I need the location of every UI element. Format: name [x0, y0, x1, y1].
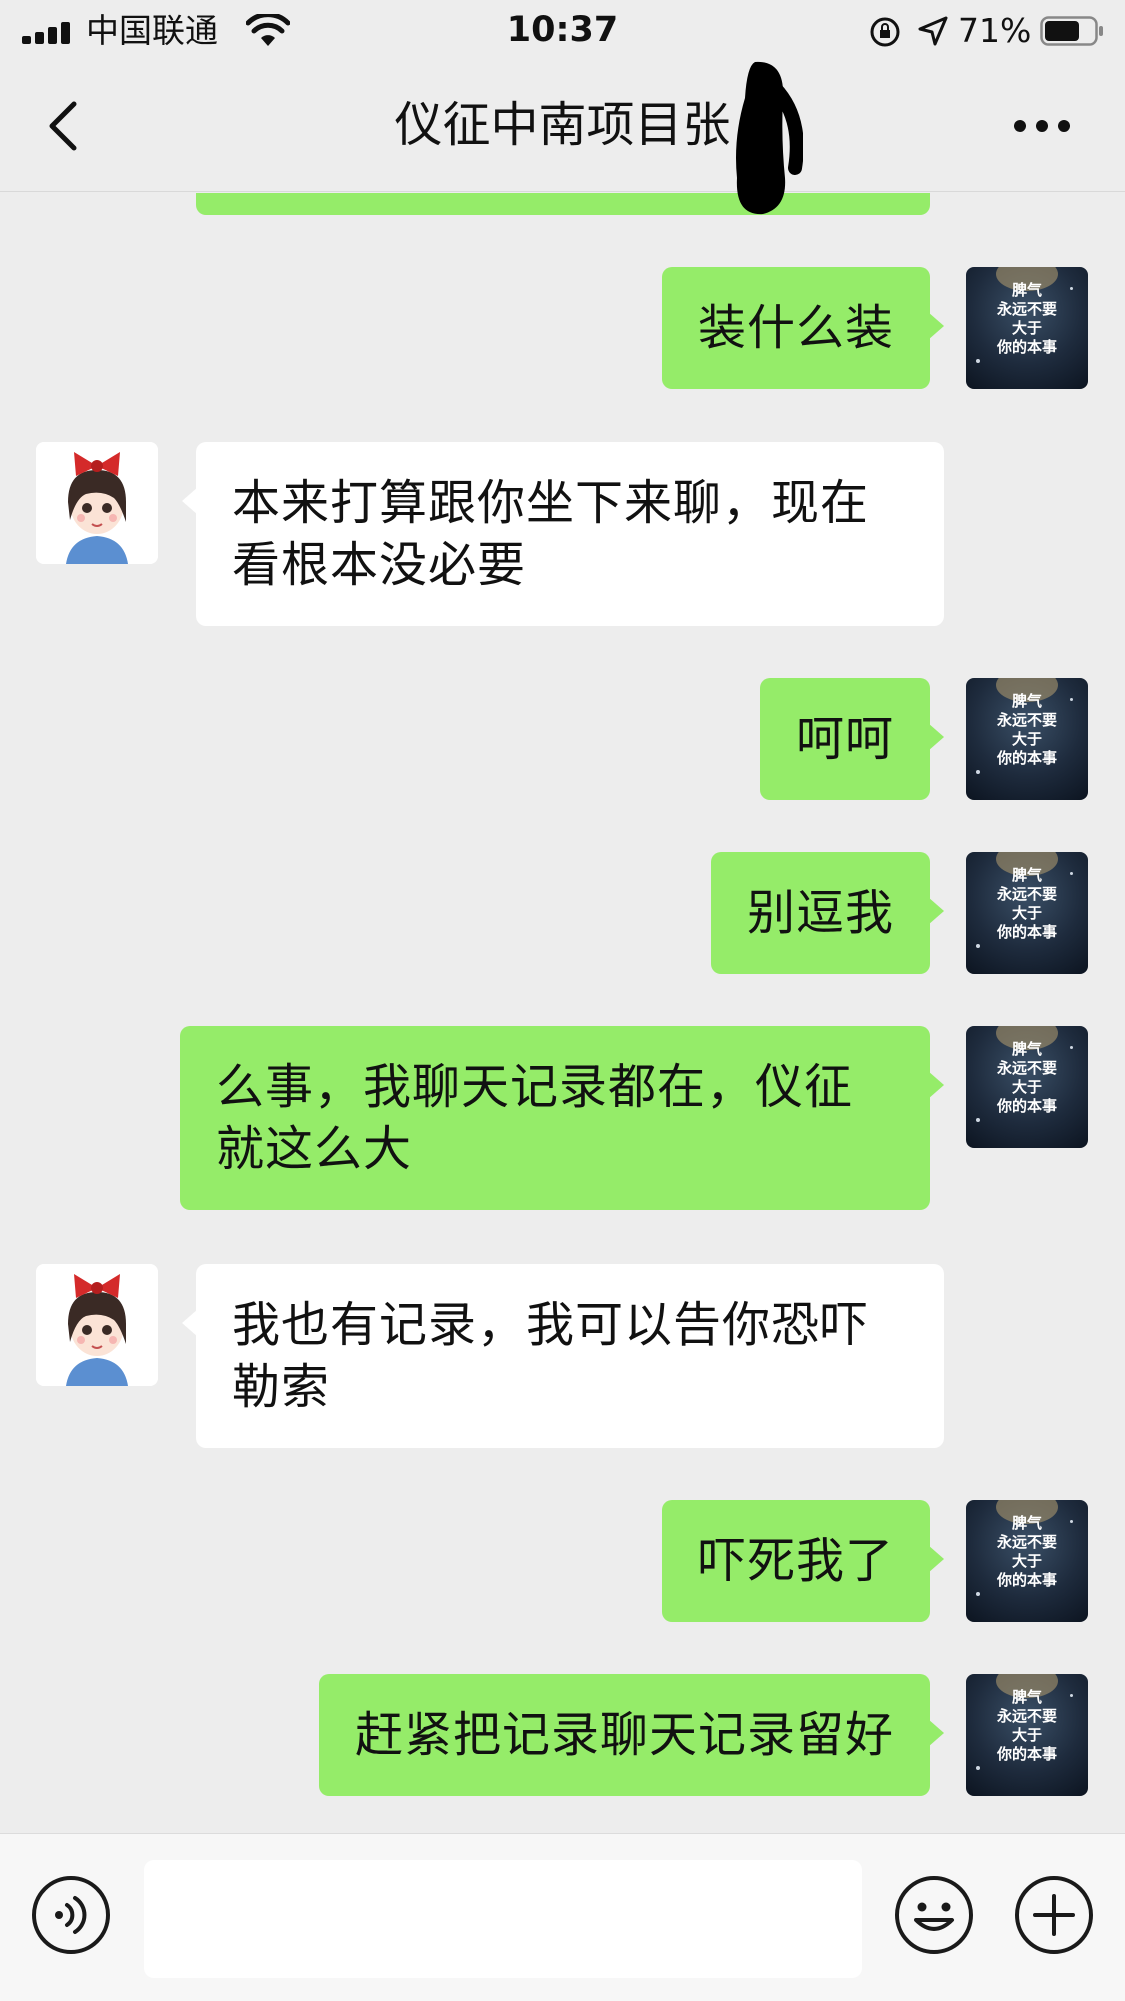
chat-area[interactable]: 装什么装 脾气 永远不要 大于 你的本事 本来打算跟你坐下来聊，现在看根本没必要…: [0, 193, 1125, 1833]
avatar-self-text: 你的本事: [996, 923, 1057, 941]
avatar-self-text: 你的本事: [996, 749, 1057, 767]
avatar-self-text: 大于: [1011, 319, 1042, 337]
message-bubble-self[interactable]: 装什么装: [661, 267, 945, 389]
message-bubble-self[interactable]: 吓死我了: [661, 1500, 945, 1622]
battery-icon: [1040, 16, 1103, 46]
avatar-self-text: 大于: [1011, 1552, 1042, 1570]
avatar-self-text: 永远不要: [996, 1059, 1057, 1077]
message-bubble-self[interactable]: 呵呵: [759, 678, 945, 800]
avatar-self[interactable]: 脾气 永远不要 大于 你的本事: [966, 267, 1088, 389]
avatar-self-text: 大于: [1011, 904, 1042, 922]
battery-percent: 71%: [958, 11, 1032, 50]
avatar-self-text: 永远不要: [996, 300, 1057, 318]
avatar-self-text: 永远不要: [996, 1707, 1057, 1725]
location-arrow-icon: [918, 16, 948, 46]
emoji-icon[interactable]: [893, 1874, 975, 1956]
avatar-contact[interactable]: [36, 442, 158, 564]
message-bubble-contact[interactable]: 本来打算跟你坐下来聊，现在看根本没必要: [182, 442, 944, 626]
avatar-self[interactable]: 脾气 永远不要 大于 你的本事: [966, 678, 1088, 800]
avatar-self[interactable]: 脾气 永远不要 大于 你的本事: [966, 1500, 1088, 1622]
avatar-self-text: 脾气: [1011, 1514, 1042, 1532]
message-input[interactable]: [144, 1860, 862, 1978]
avatar-self-text: 永远不要: [996, 1533, 1057, 1551]
avatar-self-text: 永远不要: [996, 885, 1057, 903]
partial-message-bubble: [196, 193, 930, 215]
status-time: 10:37: [506, 10, 619, 50]
status-bar: 中国联通 10:37 71%: [0, 0, 1125, 62]
rotation-lock-icon: [870, 17, 900, 47]
avatar-self-text: 你的本事: [996, 1097, 1057, 1115]
avatar-self-text: 脾气: [1011, 1040, 1042, 1058]
avatar-self-text: 你的本事: [996, 1745, 1057, 1763]
message-bubble-self[interactable]: 么事，我聊天记录都在，仪征就这么大: [180, 1026, 944, 1210]
message-bubble-self[interactable]: 别逗我: [710, 852, 945, 974]
plus-icon[interactable]: [1013, 1874, 1095, 1956]
nav-bar: 仪征中南项目张: [0, 62, 1125, 192]
avatar-self[interactable]: 脾气 永远不要 大于 你的本事: [966, 1674, 1088, 1796]
avatar-self[interactable]: 脾气 永远不要 大于 你的本事: [966, 1026, 1088, 1148]
avatar-self-text: 脾气: [1011, 1688, 1042, 1706]
input-bar: [0, 1833, 1125, 2001]
avatar-contact[interactable]: [36, 1264, 158, 1386]
voice-icon[interactable]: [30, 1874, 112, 1956]
avatar-self-text: 脾气: [1011, 692, 1042, 710]
avatar-self-text: 大于: [1011, 1726, 1042, 1744]
avatar-self-text: 大于: [1011, 730, 1042, 748]
avatar-self-text: 你的本事: [996, 1571, 1057, 1589]
avatar-self-text: 脾气: [1011, 281, 1042, 299]
avatar-self-text: 永远不要: [996, 711, 1057, 729]
avatar-self-text: 脾气: [1011, 866, 1042, 884]
message-bubble-self[interactable]: 赶紧把记录聊天记录留好: [318, 1674, 945, 1796]
redaction-scribble: [736, 61, 803, 215]
chat-title: 仪征中南项目张: [394, 97, 731, 153]
ellipsis-icon[interactable]: [1012, 112, 1072, 140]
avatar-self[interactable]: 脾气 永远不要 大于 你的本事: [966, 852, 1088, 974]
message-bubble-contact[interactable]: 我也有记录，我可以告你恐吓勒索: [182, 1264, 944, 1448]
avatar-self-text: 你的本事: [996, 338, 1057, 356]
avatar-self-text: 大于: [1011, 1078, 1042, 1096]
